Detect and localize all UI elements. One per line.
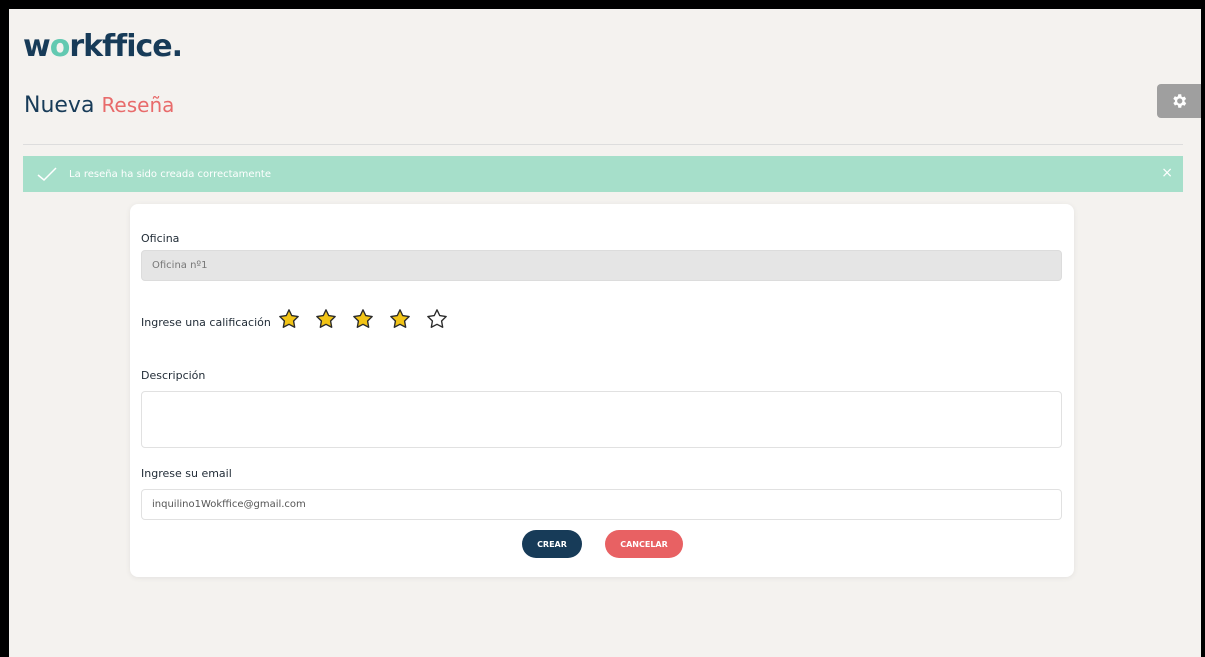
review-form-card: Oficina Oficina nº1 Ingrese una califica…	[130, 204, 1074, 577]
success-alert: La reseña ha sido creada correctamente ×	[23, 156, 1183, 192]
office-field: Oficina nº1	[141, 250, 1062, 281]
alert-message: La reseña ha sido creada correctamente	[69, 168, 271, 180]
email-input[interactable]: inquilino1Wokffice@gmail.com	[141, 489, 1062, 520]
check-icon	[37, 167, 57, 181]
cancel-button[interactable]: CANCELAR	[605, 530, 683, 558]
logo-part-2: rkffice.	[69, 29, 183, 64]
description-textarea[interactable]	[141, 391, 1062, 448]
email-label: Ingrese su email	[141, 467, 232, 480]
star-icon-2[interactable]	[315, 308, 337, 330]
star-icon-5[interactable]	[426, 308, 448, 330]
star-icon-4[interactable]	[389, 308, 411, 330]
office-value: Oficina nº1	[152, 260, 208, 271]
workffice-logo[interactable]: workffice.	[23, 29, 183, 64]
office-label: Oficina	[141, 232, 180, 245]
app-viewport: workffice. Nueva Reseña La reseña ha sid…	[9, 9, 1201, 657]
header-divider	[23, 144, 1183, 145]
star-icon-1[interactable]	[278, 308, 300, 330]
logo-part-1: w	[23, 29, 51, 64]
page-title: Nueva Reseña	[24, 93, 174, 118]
email-value: inquilino1Wokffice@gmail.com	[152, 499, 306, 510]
page-title-main: Nueva	[24, 93, 95, 118]
description-label: Descripción	[141, 369, 206, 382]
logo-part-o: o	[49, 29, 71, 64]
settings-button[interactable]	[1157, 84, 1201, 118]
create-button[interactable]: CREAR	[522, 530, 582, 558]
gear-icon	[1173, 94, 1187, 108]
close-icon[interactable]: ×	[1161, 166, 1173, 180]
rating-label: Ingrese una calificación	[141, 316, 271, 329]
star-icon-3[interactable]	[352, 308, 374, 330]
star-rating[interactable]	[278, 308, 448, 330]
page-title-accent: Reseña	[101, 93, 175, 117]
